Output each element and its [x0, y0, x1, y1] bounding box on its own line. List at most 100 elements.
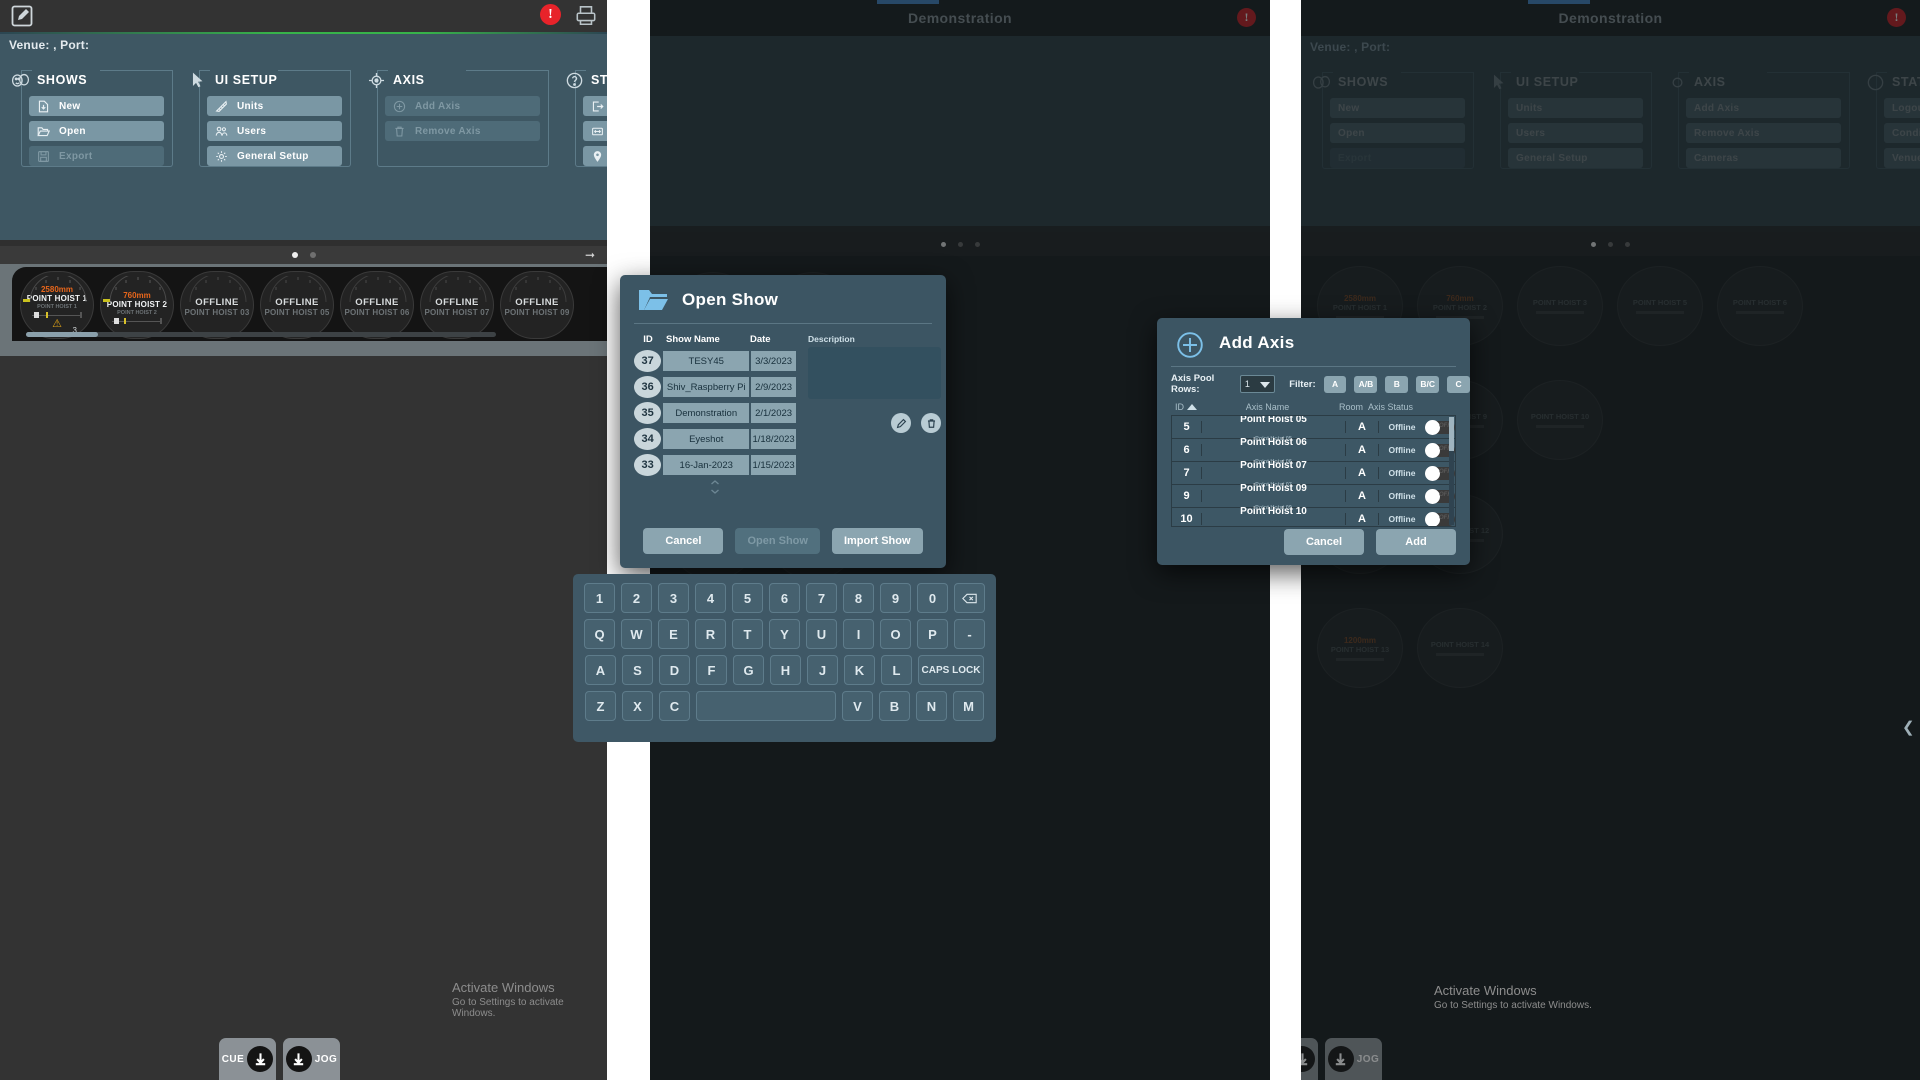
key-w[interactable]: W: [621, 619, 652, 649]
list-scroll-indicator[interactable]: [710, 480, 720, 494]
menu-button-export[interactable]: Export: [29, 146, 164, 166]
arrow-right-icon[interactable]: ➞: [585, 248, 595, 262]
key-n[interactable]: N: [916, 691, 947, 721]
column-header-id-label: ID: [1175, 402, 1184, 412]
add-button[interactable]: Add: [1376, 529, 1456, 555]
cancel-button[interactable]: Cancel: [643, 528, 724, 554]
key-l[interactable]: L: [881, 655, 912, 685]
key-q[interactable]: Q: [584, 619, 615, 649]
key-h[interactable]: H: [770, 655, 801, 685]
pencil-icon[interactable]: [891, 413, 911, 433]
arrow-down-icon[interactable]: [247, 1046, 274, 1072]
filter-button-b[interactable]: B: [1385, 375, 1409, 393]
description-input[interactable]: [808, 347, 941, 399]
key-m[interactable]: M: [953, 691, 984, 721]
key-d[interactable]: D: [659, 655, 690, 685]
open-show-button[interactable]: Open Show: [735, 528, 820, 554]
arrow-down-icon[interactable]: [1327, 1046, 1354, 1072]
menu-button-users[interactable]: Users: [207, 121, 342, 141]
key-8[interactable]: 8: [843, 583, 874, 613]
cue-button[interactable]: CUE: [1301, 1038, 1318, 1080]
filter-button-c[interactable]: C: [1447, 375, 1470, 393]
key-u[interactable]: U: [806, 619, 837, 649]
gauge-item[interactable]: OFFLINE POINT HOIST 09: [500, 271, 574, 339]
key-t[interactable]: T: [732, 619, 763, 649]
menu-button-units[interactable]: Units: [207, 96, 342, 116]
menu-button-add-axis[interactable]: Add Axis: [385, 96, 540, 116]
printer-icon[interactable]: [575, 5, 597, 25]
key-2[interactable]: 2: [621, 583, 652, 613]
key-hyphen[interactable]: -: [954, 619, 985, 649]
key-p[interactable]: P: [917, 619, 948, 649]
menu-button-logout[interactable]: Logout: [583, 96, 607, 116]
import-show-button[interactable]: Import Show: [831, 528, 923, 554]
filter-button-bc[interactable]: B/C: [1416, 375, 1440, 393]
cancel-button[interactable]: Cancel: [1284, 529, 1364, 555]
key-7[interactable]: 7: [806, 583, 837, 613]
page-dot-2[interactable]: [309, 252, 316, 258]
collapse-left-icon[interactable]: ❮: [1902, 718, 1918, 738]
table-row[interactable]: 34 Eyeshot 1/18/2023: [634, 428, 796, 450]
menu-button-new[interactable]: New: [29, 96, 164, 116]
key-a[interactable]: A: [585, 655, 616, 685]
axis-table-scrollbar[interactable]: [1449, 417, 1454, 525]
gauge-item[interactable]: OFFLINE POINT HOIST 05: [260, 271, 334, 339]
gauge-item[interactable]: 760mm POINT HOIST 2 POINT HOIST 2: [100, 271, 174, 339]
key-3[interactable]: 3: [658, 583, 689, 613]
page-indicator[interactable]: ➞: [0, 246, 607, 264]
key-v[interactable]: V: [842, 691, 873, 721]
page-dot-1[interactable]: [291, 252, 298, 258]
key-r[interactable]: R: [695, 619, 726, 649]
key-5[interactable]: 5: [732, 583, 763, 613]
key-i[interactable]: I: [843, 619, 874, 649]
table-row[interactable]: 36 Shiv_Raspberry Pi 2/9/2023: [634, 376, 796, 398]
key-1[interactable]: 1: [584, 583, 615, 613]
jog-button[interactable]: JOG: [1325, 1038, 1382, 1080]
filter-button-a[interactable]: A: [1323, 375, 1347, 393]
key-9[interactable]: 9: [880, 583, 911, 613]
axis-pool-rows-select[interactable]: 1: [1239, 375, 1276, 393]
table-row[interactable]: 35 Demonstration 2/1/2023: [634, 402, 796, 424]
table-row[interactable]: 37 TESY45 3/3/2023: [634, 350, 796, 372]
key-space[interactable]: [696, 691, 836, 721]
key-c[interactable]: C: [659, 691, 690, 721]
menu-button-general-setup[interactable]: General Setup: [207, 146, 342, 166]
key-g[interactable]: G: [733, 655, 764, 685]
key-4[interactable]: 4: [695, 583, 726, 613]
gauge-item[interactable]: 2580mm POINT HOIST 1 POINT HOIST 1 ⚠ 3: [20, 271, 94, 339]
filter-button-ab[interactable]: A/B: [1354, 375, 1378, 393]
table-row[interactable]: 33 16-Jan-2023 1/15/2023: [634, 454, 796, 476]
key-x[interactable]: X: [622, 691, 653, 721]
gauge-item[interactable]: OFFLINE POINT HOIST 03: [180, 271, 254, 339]
trash-icon[interactable]: [921, 413, 941, 433]
gauge-scrollbar-thumb[interactable]: [26, 332, 98, 337]
key-f[interactable]: F: [696, 655, 727, 685]
key-s[interactable]: S: [622, 655, 653, 685]
key-y[interactable]: Y: [769, 619, 800, 649]
cue-button[interactable]: CUE: [219, 1038, 276, 1080]
arrow-down-icon[interactable]: [285, 1046, 312, 1072]
menu-button-venue-status[interactable]: Venue Status: [583, 146, 607, 166]
jog-button[interactable]: JOG: [283, 1038, 340, 1080]
key-k[interactable]: K: [844, 655, 875, 685]
key-b[interactable]: B: [879, 691, 910, 721]
column-header-id[interactable]: ID: [1171, 402, 1201, 412]
edit-pencil-icon[interactable]: [10, 4, 34, 28]
table-row[interactable]: 10 Point Hoist 10 Point Hoist 10 A Offli…: [1172, 506, 1455, 526]
key-j[interactable]: J: [807, 655, 838, 685]
key-e[interactable]: E: [658, 619, 689, 649]
menu-button-open[interactable]: Open: [29, 121, 164, 141]
key-z[interactable]: Z: [585, 691, 616, 721]
key-0[interactable]: 0: [917, 583, 948, 613]
gauge-item[interactable]: OFFLINE POINT HOIST 06: [340, 271, 414, 339]
key-6[interactable]: 6: [769, 583, 800, 613]
menu-button-remove-axis[interactable]: Remove Axis: [385, 121, 540, 141]
key-caps-lock[interactable]: CAPS LOCK: [918, 655, 984, 685]
backspace-icon[interactable]: [954, 583, 985, 613]
gauge-scrollbar[interactable]: [26, 332, 496, 337]
arrow-down-icon[interactable]: [1301, 1046, 1316, 1072]
key-o[interactable]: O: [880, 619, 911, 649]
gauge-item[interactable]: OFFLINE POINT HOIST 07: [420, 271, 494, 339]
menu-button-conditional-relationships[interactable]: Conditional Relationships: [583, 121, 607, 141]
error-badge[interactable]: !: [540, 4, 561, 25]
